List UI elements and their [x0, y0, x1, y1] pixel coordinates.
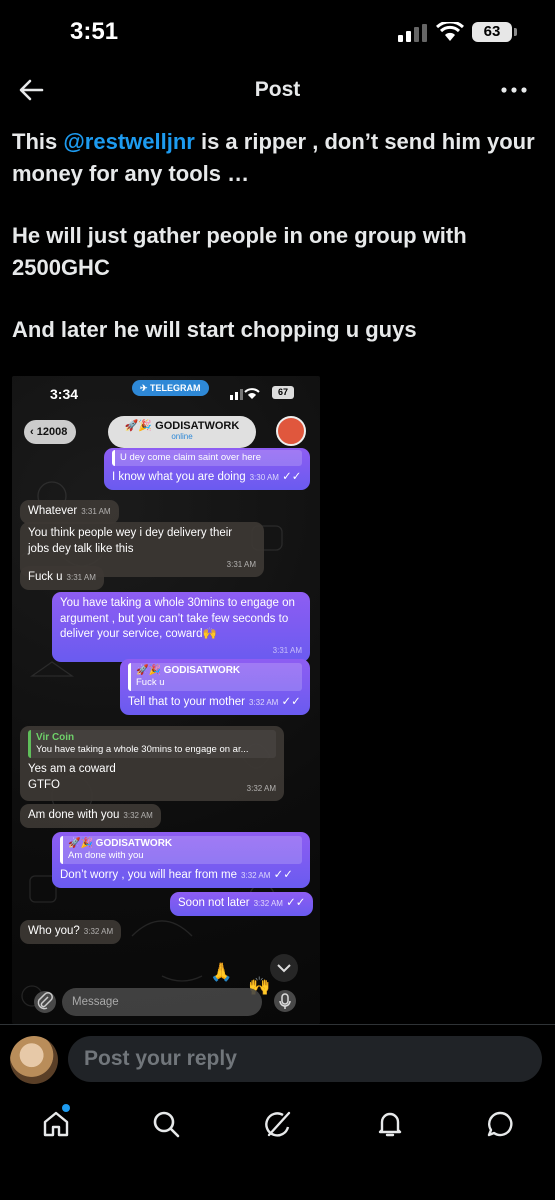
- notification-dot: [62, 1104, 70, 1112]
- microphone-icon[interactable]: [274, 990, 296, 1012]
- notifications-icon: [378, 1112, 402, 1137]
- post-paragraph: He will just gather people in one group …: [12, 223, 467, 280]
- reply-quote: 🚀🎉 GODISATWORK Fuck u: [128, 663, 302, 691]
- tab-home[interactable]: [36, 1104, 76, 1144]
- tg-status-time: 3:34: [50, 386, 79, 402]
- tg-chat-avatar[interactable]: [276, 416, 306, 446]
- post-paragraph: And later he will start chopping u guys: [12, 317, 417, 342]
- messages-icon: [487, 1111, 513, 1137]
- tg-back-button[interactable]: ‹ 12008: [24, 420, 77, 444]
- wifi-icon: [436, 22, 464, 41]
- grok-icon: [265, 1111, 291, 1137]
- tab-search[interactable]: [146, 1104, 186, 1144]
- tab-grok[interactable]: [258, 1104, 298, 1144]
- signal-icon: [398, 24, 427, 42]
- reply-quote: 🚀🎉 GODISATWORK Am done with you: [60, 836, 302, 864]
- raised-hands-emoji: 🙏: [210, 962, 233, 982]
- chat-message: Fuck u 3:31 AM: [20, 566, 104, 590]
- telegram-pill: ✈ TELEGRAM: [132, 380, 209, 396]
- chat-message: Whatever 3:31 AM: [20, 500, 119, 524]
- tg-chat-name: 🚀🎉 GODISATWORK: [124, 420, 240, 432]
- status-time: 3:51: [70, 18, 119, 45]
- post-paragraph: This @restwelljnr is a ripper , don’t se…: [12, 129, 535, 186]
- status-bar: 3:51 63: [0, 0, 555, 66]
- chat-message: Soon not later 3:32 AM ✓✓: [170, 892, 314, 916]
- chat-message: Vir Coin You have taking a whole 30mins …: [20, 726, 284, 801]
- tab-messages[interactable]: [480, 1104, 520, 1144]
- chat-message: U dey come claim saint over here I know …: [104, 448, 310, 490]
- reply-quote: U dey come claim saint over here: [112, 450, 302, 466]
- chat-message: Am done with you 3:32 AM: [20, 804, 161, 828]
- user-avatar[interactable]: [10, 1036, 58, 1084]
- tg-chat-status: online: [171, 432, 193, 441]
- tg-battery: 67: [272, 386, 294, 399]
- home-icon: [43, 1111, 69, 1137]
- post-reply-input[interactable]: Post your reply: [68, 1036, 542, 1082]
- more-options-icon[interactable]: [499, 78, 529, 102]
- chat-message: Who you? 3:32 AM: [20, 920, 122, 944]
- divider: [0, 1024, 555, 1025]
- page-title: Post: [254, 78, 301, 101]
- chat-message: You have taking a whole 30mins to engage…: [52, 592, 310, 662]
- mention-link[interactable]: @restwelljnr: [63, 129, 195, 154]
- tab-notifications[interactable]: [370, 1104, 410, 1144]
- post-body: This @restwelljnr is a ripper , don’t se…: [12, 126, 542, 377]
- reply-quote: Vir Coin You have taking a whole 30mins …: [28, 730, 276, 758]
- bottom-tab-bar: [0, 1090, 555, 1200]
- search-icon: [153, 1111, 180, 1138]
- tg-chat-header[interactable]: 🚀🎉 GODISATWORK online: [108, 416, 256, 448]
- post-header: Post: [0, 66, 555, 114]
- tg-message-input[interactable]: Message: [62, 988, 262, 1016]
- battery-indicator: 63: [472, 22, 517, 42]
- post-media-image[interactable]: 3:34 ✈ TELEGRAM 67 ‹ 12008 🚀🎉 GODISATWOR…: [12, 376, 320, 1024]
- paperclip-icon[interactable]: [34, 991, 56, 1013]
- chat-message: 🚀🎉 GODISATWORK Fuck u Tell that to your …: [120, 659, 310, 715]
- chat-message: 🚀🎉 GODISATWORK Am done with you Don’t wo…: [52, 832, 310, 888]
- scroll-down-button[interactable]: [270, 954, 298, 982]
